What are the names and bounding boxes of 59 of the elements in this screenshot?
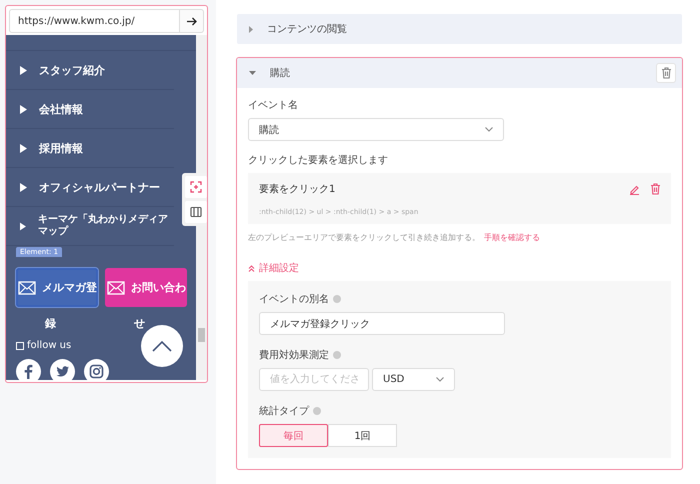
caret-right-icon	[249, 26, 253, 32]
section-header[interactable]: 購読	[237, 58, 682, 88]
section-title: コンテンツの閲覧	[267, 23, 347, 36]
envelope-icon	[107, 280, 125, 294]
select-element-button[interactable]	[185, 176, 207, 198]
go-button[interactable]	[180, 9, 204, 33]
value-field[interactable]: 値を入力してくださ	[259, 368, 369, 391]
caret-down-icon	[249, 71, 256, 75]
help-icon	[333, 351, 341, 359]
help-icon	[313, 407, 321, 415]
field-label: イベント名	[248, 99, 298, 112]
section-title: 購読	[270, 66, 290, 80]
chevron-down-icon	[436, 377, 444, 382]
wrapped-text: 録	[44, 316, 57, 331]
field-label: クリックした要素を選択します	[248, 154, 388, 167]
device-button[interactable]	[185, 201, 207, 223]
caret-icon	[20, 222, 26, 230]
envelope-icon	[18, 280, 36, 294]
advanced-toggle[interactable]: 詳細設定	[248, 261, 299, 275]
caret-icon	[20, 144, 27, 152]
menu-item[interactable]: スタッフ紹介	[6, 51, 174, 90]
menu-item[interactable]: 会社情報	[6, 90, 174, 129]
menu-item[interactable]: キーマケ「丸わかりメディアマップ	[6, 207, 174, 246]
element-title: 要素をクリック1	[259, 182, 336, 196]
url-field[interactable]: https://www.kwm.co.jp/	[9, 9, 180, 33]
arrow-right-icon	[186, 16, 196, 26]
hint-text: 左のプレビューエリアで要素をクリックして引き続き追加する。	[248, 232, 480, 243]
double-chevron-icon	[248, 264, 255, 272]
menu-item[interactable]: オフィシャルパートナー	[6, 168, 174, 207]
help-link[interactable]: 手順を確認する	[484, 232, 540, 243]
facebook-icon[interactable]	[16, 359, 41, 382]
trash-icon	[660, 67, 672, 79]
section-header[interactable]: コンテンツの閲覧	[237, 14, 682, 44]
segment-option[interactable]: 1回	[328, 424, 397, 447]
panels-icon	[190, 206, 202, 218]
wrapped-text: せ	[133, 316, 146, 331]
caret-icon	[20, 104, 27, 114]
contact-button[interactable]: お問い合わ	[105, 268, 187, 307]
bird-icon[interactable]	[50, 359, 75, 382]
caret-icon	[20, 66, 27, 74]
chevron-up-icon	[152, 340, 172, 352]
delete-button[interactable]	[656, 63, 676, 83]
field-label: 費用対効果測定	[259, 348, 329, 362]
alias-field[interactable]: メルマガ登録クリック	[259, 312, 505, 335]
currency-select[interactable]: USD	[372, 368, 455, 391]
newsletter-button[interactable]: メルマガ登	[16, 268, 98, 307]
trash-icon[interactable]	[650, 183, 661, 195]
menu-item[interactable]: 採用情報	[6, 129, 174, 168]
help-icon	[333, 295, 341, 303]
field-label: イベントの別名	[259, 293, 329, 306]
event-name-select[interactable]: 購読	[248, 118, 504, 141]
crosshair-icon	[190, 181, 202, 193]
checkbox[interactable]	[16, 342, 24, 350]
caret-icon	[20, 182, 27, 192]
field-label: 統計タイプ	[259, 404, 309, 418]
camera-icon[interactable]	[84, 359, 109, 382]
follow-label: follow us	[27, 340, 72, 351]
chevron-down-icon	[485, 127, 493, 132]
pencil-icon[interactable]	[629, 184, 640, 194]
